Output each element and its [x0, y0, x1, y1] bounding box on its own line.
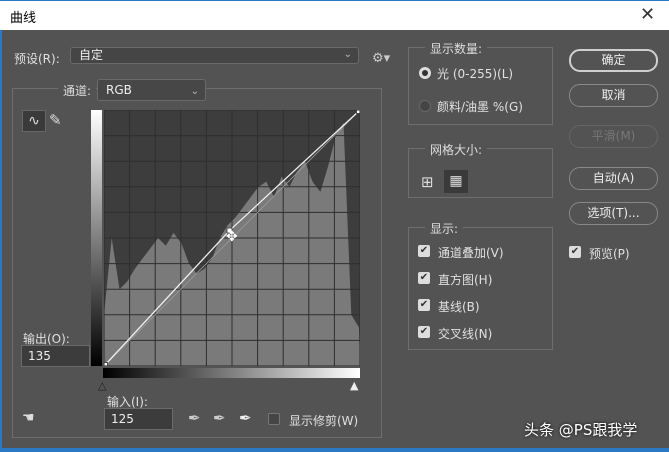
- pigment-radio[interactable]: [419, 100, 431, 112]
- preset-value: 自定: [79, 48, 104, 62]
- watermark: 头条 @PS跟我学: [524, 421, 638, 439]
- smooth-button[interactable]: 平滑(M): [569, 125, 658, 148]
- chevron-down-icon: ⌄: [190, 86, 199, 97]
- histogram-label: 直方图(H): [438, 273, 493, 287]
- preview-label: 预览(P): [589, 247, 630, 261]
- black-point-slider[interactable]: △: [98, 379, 106, 392]
- black-eyedropper-icon[interactable]: ✒: [188, 409, 201, 427]
- title-bar: [0, 0, 669, 30]
- light-radio[interactable]: [419, 67, 431, 79]
- pigment-label: 颜料/油墨 %(G): [437, 100, 523, 114]
- white-point-slider[interactable]: ▲: [350, 379, 358, 392]
- intersection-label: 交叉线(N): [438, 327, 493, 341]
- gray-eyedropper-icon[interactable]: ✒: [213, 409, 226, 427]
- simple-grid-icon[interactable]: ⊞: [421, 173, 434, 191]
- input-gradient-bar: [103, 368, 360, 378]
- on-image-adjust-icon[interactable]: ☚: [22, 410, 35, 426]
- output-field[interactable]: 135: [21, 345, 90, 367]
- cancel-button[interactable]: 取消: [569, 84, 658, 107]
- window-frame: [0, 30, 2, 452]
- show-amount-title: 显示数量:: [425, 40, 488, 57]
- preset-select[interactable]: 自定 ⌄: [70, 47, 359, 64]
- preview-checkbox[interactable]: ✔: [569, 246, 581, 258]
- channel-overlay-checkbox[interactable]: ✔: [418, 245, 430, 257]
- ok-button[interactable]: 确定: [569, 49, 658, 72]
- close-icon[interactable]: ✕: [640, 4, 655, 25]
- intersection-checkbox[interactable]: ✔: [418, 326, 430, 338]
- baseline-label: 基线(B): [438, 300, 480, 314]
- curve-point[interactable]: [104, 362, 108, 367]
- pencil-icon[interactable]: ✎: [49, 111, 62, 129]
- dialog-title: 曲线: [10, 11, 37, 26]
- preset-label: 预设(R):: [14, 52, 60, 66]
- channel-select[interactable]: RGB ⌄: [97, 79, 206, 101]
- light-label: 光 (0-255)(L): [437, 67, 514, 81]
- channel-value: RGB: [106, 83, 132, 97]
- channel-label: 通道:: [58, 82, 97, 99]
- chevron-down-icon: ⌄: [343, 49, 352, 60]
- auto-button[interactable]: 自动(A): [569, 167, 658, 190]
- white-eyedropper-icon[interactable]: ✒: [239, 409, 252, 427]
- show-clipping-label: 显示修剪(W): [289, 414, 359, 428]
- gear-icon[interactable]: ⚙▾: [372, 51, 390, 66]
- show-clipping-checkbox[interactable]: [268, 413, 280, 425]
- display-title: 显示:: [425, 220, 464, 237]
- input-field[interactable]: 125: [104, 408, 173, 430]
- window-frame-bottom: [0, 448, 669, 452]
- move-cursor-icon: ✥: [226, 229, 238, 245]
- histogram-checkbox[interactable]: ✔: [418, 272, 430, 284]
- baseline-checkbox[interactable]: ✔: [418, 299, 430, 311]
- curve-point[interactable]: [356, 110, 361, 114]
- output-gradient-bar: [91, 110, 102, 366]
- options-button[interactable]: 选项(T)...: [569, 202, 658, 225]
- grid-size-title: 网格大小:: [425, 141, 488, 158]
- curve-point-tool[interactable]: ∿: [22, 110, 46, 132]
- channel-overlay-label: 通道叠加(V): [438, 246, 504, 260]
- detailed-grid-icon[interactable]: ▦: [444, 170, 468, 193]
